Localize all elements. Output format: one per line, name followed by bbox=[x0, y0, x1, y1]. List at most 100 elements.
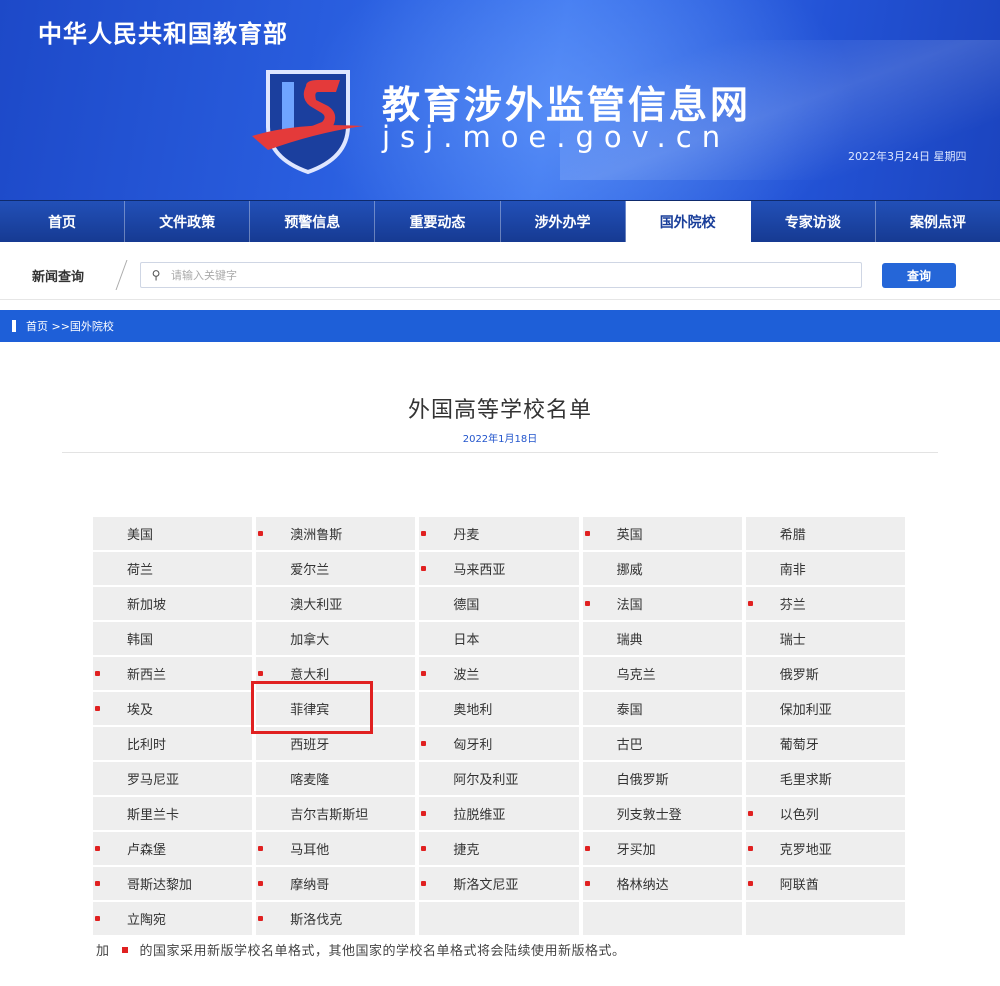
country-link[interactable]: 卢森堡 bbox=[93, 832, 253, 867]
country-link[interactable]: 瑞典 bbox=[582, 622, 742, 657]
country-link[interactable]: 泰国 bbox=[582, 692, 742, 727]
ministry-name[interactable]: 中华人民共和国教育部 bbox=[38, 14, 288, 49]
country-link[interactable]: 瑞士 bbox=[745, 622, 905, 657]
country-link[interactable]: 韩国 bbox=[93, 622, 253, 657]
country-name: 斯洛文尼亚 bbox=[453, 878, 519, 893]
country-link[interactable]: 古巴 bbox=[582, 727, 742, 762]
breadcrumb-bar: 首页 >>国外院校 bbox=[0, 310, 1000, 342]
nav-foreign-education[interactable]: 涉外办学 bbox=[500, 201, 626, 242]
country-link[interactable]: 南非 bbox=[745, 552, 905, 587]
site-domain: jsj.moe.gov.cn bbox=[382, 120, 731, 154]
country-link[interactable]: 摩纳哥 bbox=[256, 867, 416, 902]
country-link[interactable]: 芬兰 bbox=[745, 587, 905, 622]
country-link[interactable]: 牙买加 bbox=[582, 832, 742, 867]
country-link[interactable]: 毛里求斯 bbox=[745, 762, 905, 797]
country-name: 澳大利亚 bbox=[290, 598, 343, 613]
country-link[interactable]: 克罗地亚 bbox=[745, 832, 905, 867]
new-format-marker-icon bbox=[747, 811, 753, 816]
new-format-marker-icon bbox=[421, 671, 427, 676]
new-format-marker-icon bbox=[258, 846, 264, 851]
country-name: 澳洲鲁斯 bbox=[290, 528, 343, 543]
country-link[interactable]: 荷兰 bbox=[93, 552, 253, 587]
country-name: 卢森堡 bbox=[127, 843, 167, 858]
country-name: 芬兰 bbox=[779, 598, 806, 613]
nav-case-review[interactable]: 案例点评 bbox=[875, 201, 1000, 242]
country-link[interactable]: 捷克 bbox=[419, 832, 579, 867]
country-name: 乌克兰 bbox=[616, 668, 656, 683]
country-link[interactable]: 马耳他 bbox=[256, 832, 416, 867]
site-logo-icon[interactable] bbox=[248, 66, 368, 176]
country-link[interactable]: 奥地利 bbox=[419, 692, 579, 727]
nav-policy[interactable]: 文件政策 bbox=[125, 201, 251, 242]
country-link[interactable]: 法国 bbox=[582, 587, 742, 622]
new-format-marker-icon bbox=[421, 531, 427, 536]
country-link[interactable]: 德国 bbox=[419, 587, 579, 622]
footnote: 加 的国家采用新版学校名单格式，其他国家的学校名单格式将会陆续使用新版格式。 bbox=[96, 940, 626, 959]
country-name: 阿尔及利亚 bbox=[453, 773, 519, 788]
country-link[interactable]: 白俄罗斯 bbox=[582, 762, 742, 797]
country-link[interactable]: 乌克兰 bbox=[582, 657, 742, 692]
country-link[interactable]: 阿尔及利亚 bbox=[419, 762, 579, 797]
country-link[interactable]: 俄罗斯 bbox=[745, 657, 905, 692]
country-link[interactable]: 加拿大 bbox=[256, 622, 416, 657]
nav-expert-interview[interactable]: 专家访谈 bbox=[750, 201, 876, 242]
country-link[interactable]: 喀麦隆 bbox=[256, 762, 416, 797]
country-name: 韩国 bbox=[127, 633, 154, 648]
country-link[interactable]: 美国 bbox=[93, 517, 253, 552]
new-format-marker-icon bbox=[258, 881, 264, 886]
country-link[interactable]: 以色列 bbox=[745, 797, 905, 832]
nav-foreign-institutions[interactable]: 国外院校 bbox=[625, 201, 751, 242]
country-name: 新加坡 bbox=[127, 598, 167, 613]
search-button[interactable]: 查询 bbox=[882, 263, 956, 288]
country-link[interactable]: 罗马尼亚 bbox=[93, 762, 253, 797]
country-name: 克罗地亚 bbox=[779, 843, 832, 858]
country-link[interactable]: 希腊 bbox=[745, 517, 905, 552]
country-name: 喀麦隆 bbox=[290, 773, 330, 788]
nav-warning[interactable]: 预警信息 bbox=[250, 201, 376, 242]
country-link[interactable]: 新加坡 bbox=[93, 587, 253, 622]
country-link[interactable]: 阿联酋 bbox=[745, 867, 905, 902]
country-link[interactable]: 西班牙 bbox=[256, 727, 416, 762]
search-box[interactable]: ⚲ bbox=[140, 262, 862, 288]
country-name: 加拿大 bbox=[290, 633, 330, 648]
country-link[interactable]: 哥斯达黎加 bbox=[93, 867, 253, 902]
nav-home[interactable]: 首页 bbox=[0, 201, 126, 242]
nav-news[interactable]: 重要动态 bbox=[375, 201, 501, 242]
new-format-marker-icon bbox=[258, 531, 264, 536]
country-link[interactable]: 新西兰 bbox=[93, 657, 253, 692]
country-name: 毛里求斯 bbox=[779, 773, 832, 788]
country-link[interactable]: 丹麦 bbox=[419, 517, 579, 552]
country-link[interactable]: 日本 bbox=[419, 622, 579, 657]
country-link[interactable]: 意大利 bbox=[256, 657, 416, 692]
country-link[interactable]: 斯洛伐克 bbox=[256, 902, 416, 937]
country-link[interactable]: 澳大利亚 bbox=[256, 587, 416, 622]
country-name: 拉脱维亚 bbox=[453, 808, 506, 823]
search-icon[interactable]: ⚲ bbox=[141, 268, 171, 282]
country-link[interactable]: 英国 bbox=[582, 517, 742, 552]
country-link[interactable]: 保加利亚 bbox=[745, 692, 905, 727]
country-link[interactable]: 斯洛文尼亚 bbox=[419, 867, 579, 902]
country-link[interactable]: 格林纳达 bbox=[582, 867, 742, 902]
breadcrumb[interactable]: 首页 >>国外院校 bbox=[26, 318, 114, 334]
country-link[interactable]: 斯里兰卡 bbox=[93, 797, 253, 832]
country-link[interactable]: 匈牙利 bbox=[419, 727, 579, 762]
new-format-marker-icon bbox=[421, 566, 427, 571]
country-link[interactable]: 爱尔兰 bbox=[256, 552, 416, 587]
country-link[interactable]: 马来西亚 bbox=[419, 552, 579, 587]
country-name: 瑞典 bbox=[616, 633, 643, 648]
country-name: 荷兰 bbox=[127, 563, 154, 578]
country-link[interactable]: 立陶宛 bbox=[93, 902, 253, 937]
country-link[interactable]: 列支敦士登 bbox=[582, 797, 742, 832]
country-name: 新西兰 bbox=[127, 668, 167, 683]
country-link[interactable]: 菲律宾 bbox=[256, 692, 416, 727]
country-link[interactable]: 比利时 bbox=[93, 727, 253, 762]
search-input[interactable] bbox=[171, 264, 861, 286]
country-link[interactable]: 吉尔吉斯斯坦 bbox=[256, 797, 416, 832]
country-name: 南非 bbox=[779, 563, 806, 578]
country-link[interactable]: 埃及 bbox=[93, 692, 253, 727]
country-link[interactable]: 葡萄牙 bbox=[745, 727, 905, 762]
country-link[interactable]: 挪威 bbox=[582, 552, 742, 587]
country-link[interactable]: 波兰 bbox=[419, 657, 579, 692]
country-link[interactable]: 澳洲鲁斯 bbox=[256, 517, 416, 552]
country-link[interactable]: 拉脱维亚 bbox=[419, 797, 579, 832]
